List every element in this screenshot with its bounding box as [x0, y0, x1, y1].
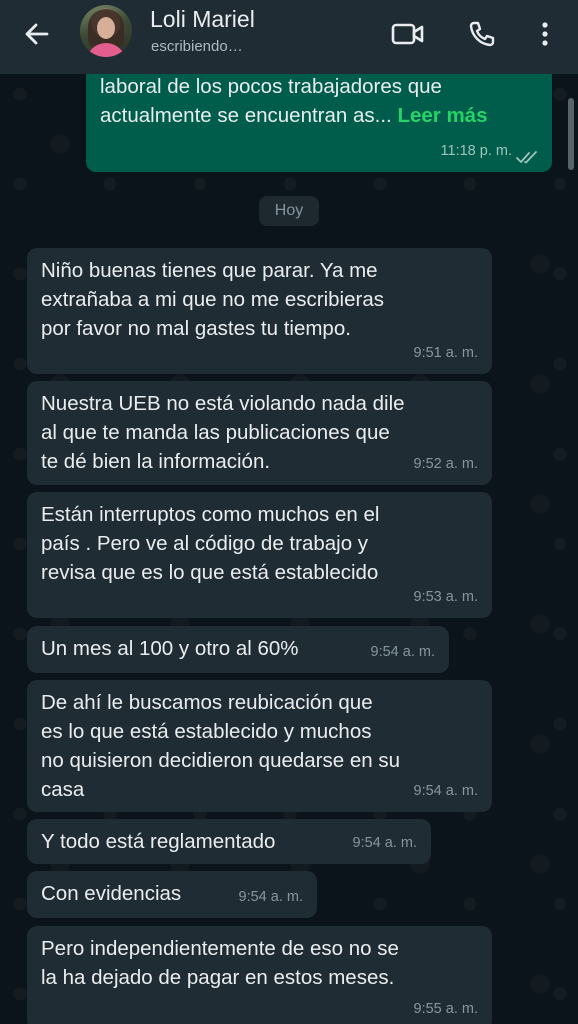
- read-more-link[interactable]: Leer más: [397, 104, 487, 127]
- message-text: De ahí le buscamos reubicación que es lo…: [41, 691, 401, 801]
- outgoing-message[interactable]: laboral de los pocos trabajadores que ac…: [86, 74, 552, 172]
- message-text: Niño buenas tienes que parar. Ya me extr…: [41, 259, 384, 340]
- message-text-line: actualmente se encuentran as...: [100, 104, 392, 127]
- message-list[interactable]: laboral de los pocos trabajadores que ac…: [0, 74, 578, 1024]
- incoming-message[interactable]: Y todo está reglamentado 9:54 a. m.: [27, 819, 431, 864]
- back-button[interactable]: [20, 17, 54, 51]
- message-text-line: laboral de los pocos trabajadores que: [100, 75, 442, 98]
- incoming-message[interactable]: De ahí le buscamos reubicación que es lo…: [27, 680, 492, 812]
- voice-call-button[interactable]: [462, 14, 502, 54]
- message-text: Están interruptos como muchos en el país…: [41, 503, 380, 584]
- incoming-message[interactable]: Nuestra UEB no está violando nada dile a…: [27, 381, 492, 485]
- incoming-message[interactable]: Niño buenas tienes que parar. Ya me extr…: [27, 248, 492, 374]
- typing-status: escribiendo…: [151, 38, 243, 55]
- message-time: 9:54 a. m.: [413, 783, 478, 799]
- message-time: 9:54 a. m.: [352, 835, 417, 851]
- message-time: 9:52 a. m.: [413, 456, 478, 472]
- incoming-message[interactable]: Con evidencias 9:54 a. m.: [27, 871, 317, 918]
- message-time: 9:51 a. m.: [413, 345, 478, 361]
- message-time: 11:18 p. m.: [440, 143, 512, 159]
- chat-header: Loli Mariel escribiendo…: [0, 0, 578, 74]
- scrollbar[interactable]: [568, 98, 574, 170]
- more-options-button[interactable]: [525, 14, 565, 54]
- more-options-icon: [542, 22, 548, 46]
- message-time: 9:54 a. m.: [238, 889, 303, 905]
- back-arrow-icon: [25, 23, 49, 45]
- avatar[interactable]: [80, 5, 132, 57]
- date-separator: Hoy: [259, 196, 319, 226]
- phone-icon: [469, 21, 495, 47]
- incoming-message[interactable]: Están interruptos como muchos en el país…: [27, 492, 492, 618]
- video-call-icon: [391, 23, 424, 45]
- message-time: 9:53 a. m.: [413, 589, 478, 605]
- message-time: 9:55 a. m.: [413, 1001, 478, 1017]
- message-text: Pero independientemente de eso no se la …: [41, 937, 399, 989]
- incoming-message[interactable]: Pero independientemente de eso no se la …: [27, 926, 492, 1024]
- video-call-button[interactable]: [388, 14, 428, 54]
- message-text: Nuestra UEB no está violando nada dile a…: [41, 392, 405, 473]
- read-ticks-icon: [516, 151, 537, 164]
- incoming-message[interactable]: Un mes al 100 y otro al 60% 9:54 a. m.: [27, 626, 449, 673]
- contact-name[interactable]: Loli Mariel: [150, 6, 255, 33]
- message-time: 9:54 a. m.: [370, 644, 435, 660]
